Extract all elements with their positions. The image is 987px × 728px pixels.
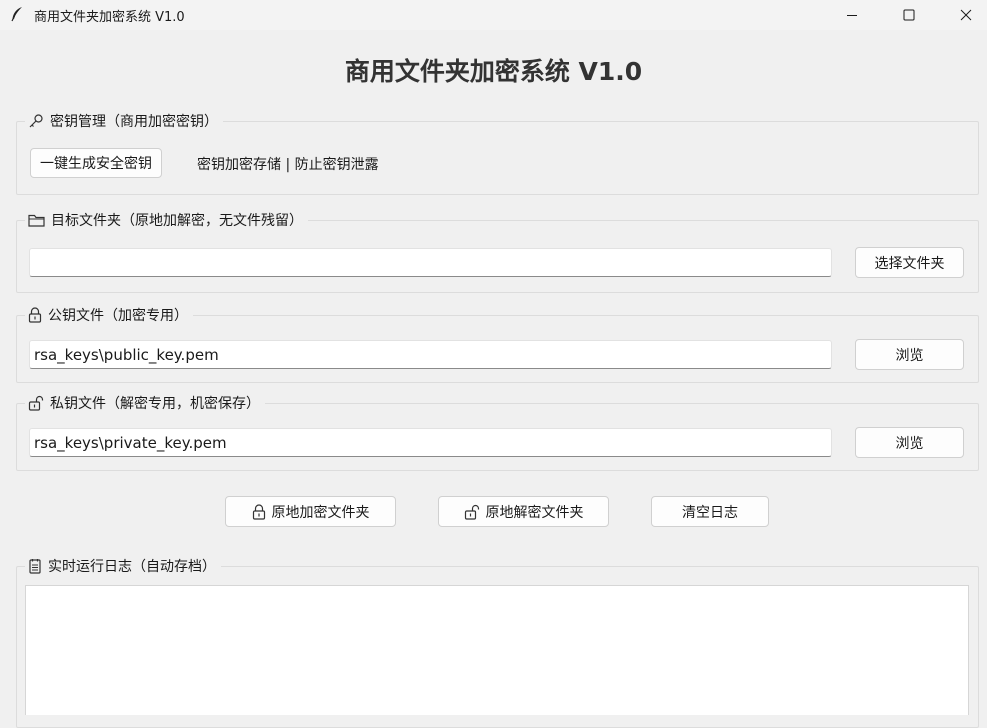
browse-public-key-button[interactable]: 浏览 <box>855 339 964 370</box>
lock-open-icon <box>464 504 479 520</box>
decrypt-folder-label: 原地解密文件夹 <box>485 504 584 521</box>
browse-private-key-button[interactable]: 浏览 <box>855 427 964 458</box>
key-icon <box>29 114 43 128</box>
minimize-icon <box>847 15 857 16</box>
folder-path-input[interactable] <box>29 248 832 277</box>
minimize-button[interactable] <box>829 0 875 30</box>
private-key-path-input[interactable] <box>29 428 832 457</box>
maximize-button[interactable] <box>886 0 932 30</box>
key-management-legend-label: 密钥管理（商用加密密钥） <box>50 114 218 130</box>
app-heading: 商用文件夹加密系统 V1.0 <box>344 57 643 86</box>
generate-key-button[interactable]: 一键生成安全密钥 <box>30 148 162 178</box>
target-folder-legend-label: 目标文件夹（原地加解密，无文件残留） <box>51 213 303 229</box>
encrypt-folder-button[interactable]: 原地加密文件夹 <box>225 496 396 527</box>
key-storage-hint: 密钥加密存储 | 防止密钥泄露 <box>197 157 379 173</box>
public-key-path-input[interactable] <box>29 340 832 369</box>
window-title: 商用文件夹加密系统 V1.0 <box>34 10 185 25</box>
log-textarea[interactable] <box>25 585 969 715</box>
private-key-legend-label: 私钥文件（解密专用，机密保存） <box>50 396 260 412</box>
maximize-icon <box>903 9 915 21</box>
close-icon <box>960 9 972 21</box>
lock-closed-icon <box>252 503 265 520</box>
private-key-legend: 私钥文件（解密专用，机密保存） <box>25 393 265 413</box>
decrypt-folder-button[interactable]: 原地解密文件夹 <box>438 496 609 527</box>
feather-icon <box>9 6 25 22</box>
public-key-legend: 公钥文件（加密专用） <box>25 305 193 325</box>
encrypt-folder-label: 原地加密文件夹 <box>271 504 370 521</box>
close-button[interactable] <box>943 0 987 30</box>
notepad-icon <box>29 559 41 574</box>
folder-icon <box>28 214 45 227</box>
key-management-legend: 密钥管理（商用加密密钥） <box>25 111 223 131</box>
title-bar[interactable]: 商用文件夹加密系统 V1.0 <box>0 0 987 30</box>
clear-log-button[interactable]: 清空日志 <box>651 496 769 527</box>
log-legend-label: 实时运行日志（自动存档） <box>48 559 216 575</box>
select-folder-button[interactable]: 选择文件夹 <box>855 247 964 278</box>
lock-open-icon <box>28 395 44 411</box>
target-folder-legend: 目标文件夹（原地加解密，无文件残留） <box>25 210 308 230</box>
log-legend: 实时运行日志（自动存档） <box>25 556 221 576</box>
lock-closed-icon <box>28 307 42 323</box>
public-key-legend-label: 公钥文件（加密专用） <box>48 308 188 324</box>
